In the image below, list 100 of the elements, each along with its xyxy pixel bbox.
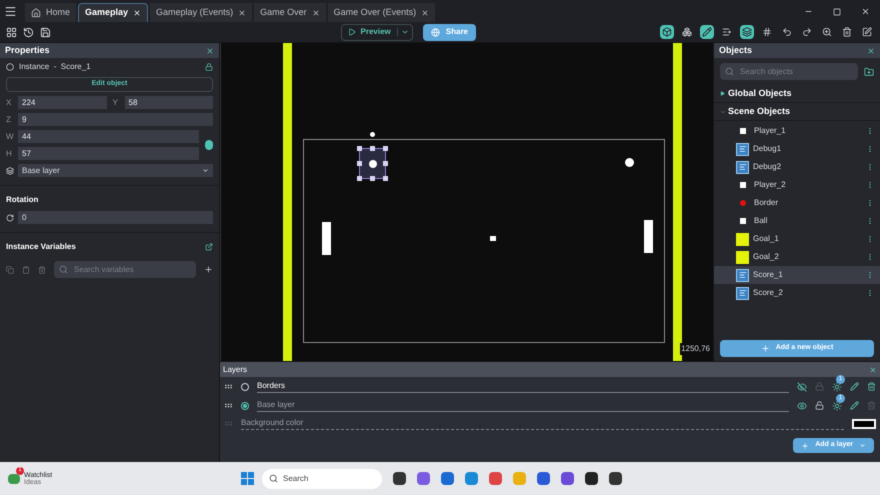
close-icon[interactable]	[861, 7, 870, 16]
menu-icon[interactable]	[4, 5, 17, 18]
object-item[interactable]: Debug1	[714, 140, 880, 158]
search-icon	[269, 474, 278, 483]
start-icon[interactable]	[241, 472, 254, 485]
preview-button[interactable]: Preview	[340, 24, 413, 40]
tab[interactable]: Home	[25, 3, 76, 22]
globe-icon	[430, 28, 440, 36]
close-icon[interactable]	[133, 9, 142, 17]
resize-handle[interactable]	[370, 176, 375, 181]
home-icon	[31, 8, 41, 18]
tab[interactable]: Gameplay	[78, 3, 148, 22]
pencil-icon[interactable]	[850, 401, 859, 410]
color-swatch[interactable]	[852, 418, 876, 428]
tab[interactable]: Gameplay (Events)	[150, 3, 252, 22]
tab[interactable]: Game Over (Events)	[328, 3, 436, 22]
layer-radio[interactable]	[241, 402, 249, 410]
field-label: Y	[112, 96, 119, 108]
paste-icon[interactable]	[22, 266, 30, 274]
trash-icon[interactable]	[840, 25, 854, 39]
number-field[interactable]: 58	[124, 96, 213, 109]
score-object	[625, 158, 634, 167]
object-item[interactable]: Score_2	[714, 284, 880, 302]
caret-icon	[720, 108, 726, 114]
tree-group[interactable]: Global Objects	[714, 85, 880, 103]
number-field[interactable]: 9	[18, 113, 213, 126]
background-color-label: Background color	[241, 417, 844, 430]
rotation-field[interactable]: 0	[18, 211, 213, 224]
app-icon[interactable]	[393, 472, 406, 485]
number-field[interactable]: 57	[18, 147, 199, 160]
lock-icon[interactable]	[815, 401, 824, 410]
history-icon[interactable]	[23, 26, 34, 38]
number-field[interactable]: 44	[18, 130, 199, 143]
layer-name-field[interactable]: Base layer	[257, 399, 789, 412]
trash-icon[interactable]	[867, 382, 876, 391]
add-folder-icon[interactable]	[864, 66, 874, 76]
layer-radio[interactable]	[241, 382, 249, 390]
copy-icon[interactable]	[6, 266, 14, 274]
groups-icon[interactable]	[680, 25, 694, 39]
maximize-icon[interactable]	[833, 8, 841, 16]
resize-handle[interactable]	[357, 161, 362, 166]
link-toggle[interactable]	[205, 140, 213, 150]
close-icon[interactable]	[238, 8, 246, 16]
widget-icon[interactable]	[8, 474, 20, 484]
resize-handle[interactable]	[383, 176, 388, 181]
close-icon[interactable]	[421, 8, 430, 16]
plus-icon	[801, 442, 810, 450]
open-icon[interactable]	[205, 243, 213, 251]
panels-icon[interactable]	[6, 26, 17, 38]
add-icon[interactable]	[204, 265, 213, 274]
resize-handle[interactable]	[370, 146, 375, 151]
layer-name-field[interactable]: Borders	[257, 380, 789, 393]
pencil-icon[interactable]	[700, 25, 714, 39]
close-icon[interactable]	[312, 8, 320, 16]
tree-group[interactable]: Scene Objects	[714, 103, 880, 121]
field-label: H	[6, 148, 13, 160]
section-title: Rotation	[6, 194, 40, 206]
taskbar-search-field[interactable]: Search	[262, 468, 382, 488]
pencil-icon[interactable]	[850, 382, 859, 391]
rotation-handle[interactable]	[370, 132, 375, 137]
object-item[interactable]: Goal_1	[714, 230, 880, 248]
object-item[interactable]: Ball	[714, 212, 880, 230]
panel-title: Layers	[223, 364, 248, 376]
effects-icon[interactable]	[832, 382, 842, 392]
layer-select[interactable]: Base layer	[18, 164, 213, 177]
caret-icon[interactable]	[400, 28, 409, 36]
play-icon	[348, 28, 356, 36]
zoom-icon[interactable]	[820, 25, 834, 39]
object-item[interactable]: Player_2	[714, 176, 880, 194]
rotation-icon	[6, 214, 14, 222]
layers-icon[interactable]	[740, 25, 754, 39]
number-field[interactable]: 224	[18, 96, 106, 109]
field-label: Z	[6, 114, 12, 126]
resize-handle[interactable]	[383, 161, 388, 166]
object-item[interactable]: Player_1	[714, 122, 880, 140]
scene-canvas[interactable]: 1250,76	[220, 43, 713, 361]
caret-icon	[720, 91, 725, 96]
resize-handle[interactable]	[357, 146, 362, 151]
effects-icon[interactable]	[832, 400, 842, 410]
eye-off-icon[interactable]	[797, 382, 807, 392]
app-icon[interactable]	[585, 472, 598, 485]
object-item[interactable]: Border	[714, 194, 880, 212]
object-item[interactable]: Goal_2	[714, 248, 880, 266]
lock-icon[interactable]	[205, 63, 213, 71]
edit-icon[interactable]	[860, 25, 874, 39]
field-label: X	[6, 96, 12, 108]
resize-handle[interactable]	[357, 176, 362, 181]
object-item[interactable]: Score_1	[714, 266, 880, 284]
instance-icon	[6, 63, 14, 71]
object-item[interactable]: Debug2	[714, 158, 880, 176]
search-icon	[725, 67, 734, 76]
save-icon[interactable]	[40, 26, 51, 38]
app-icon[interactable]	[609, 472, 622, 485]
object-icon[interactable]	[660, 25, 674, 39]
eye-icon[interactable]	[797, 400, 807, 410]
tab[interactable]: Game Over	[254, 3, 326, 22]
drag-handle-icon[interactable]	[224, 382, 233, 391]
resize-handle[interactable]	[383, 146, 388, 151]
panel-title: Properties	[5, 44, 50, 57]
instance-title: Instance - Score_1	[19, 61, 92, 73]
